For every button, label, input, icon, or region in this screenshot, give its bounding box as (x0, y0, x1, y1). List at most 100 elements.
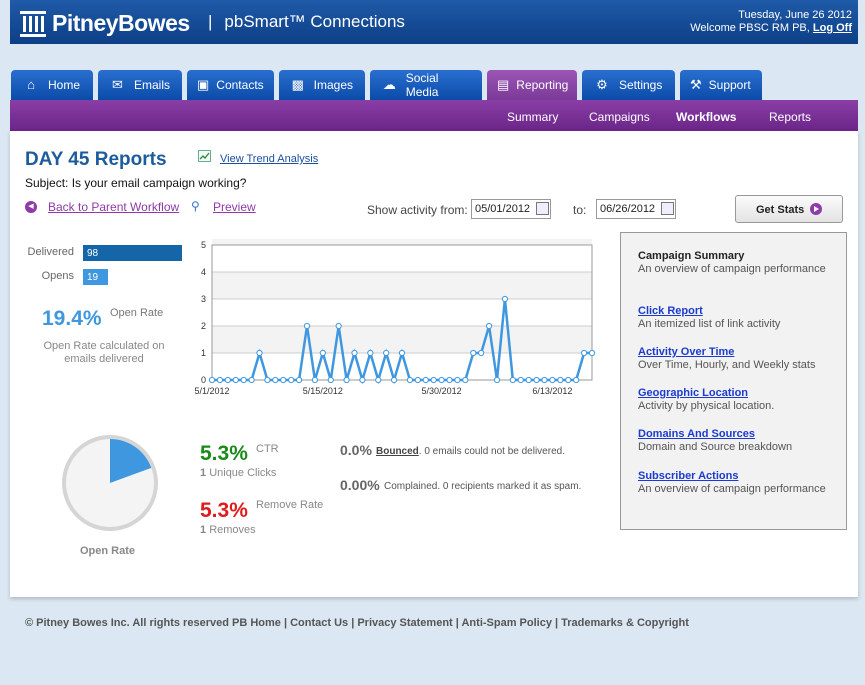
bounced-link[interactable]: Bounced (376, 446, 419, 457)
from-date-input[interactable]: 05/01/2012 (471, 199, 551, 219)
activity-over-time-item: Activity Over Time Over Time, Hourly, an… (638, 346, 816, 371)
tab-support[interactable]: ⚒ Support (680, 70, 762, 100)
data-point (573, 376, 580, 384)
data-point (295, 376, 303, 384)
complained-percent: 0.00% (340, 477, 380, 493)
email-subject: Subject: Is your email campaign working? (25, 176, 247, 190)
x-tick-label: 5/15/2012 (303, 386, 343, 396)
data-point (240, 376, 247, 384)
back-arrow-icon[interactable]: ◀ (25, 201, 37, 213)
y-tick-label: 2 (201, 321, 206, 331)
subnav-campaigns[interactable]: Campaigns (589, 110, 650, 124)
campaign-summary-item: Campaign Summary An overview of campaign… (638, 250, 838, 276)
data-point (406, 376, 414, 384)
back-to-parent-workflow-link[interactable]: Back to Parent Workflow (48, 200, 179, 214)
data-point (470, 349, 477, 357)
current-date: Tuesday, June 26 2012 (738, 9, 852, 21)
delivered-bar: 98 (83, 245, 182, 261)
opens-bar: 19 (83, 269, 108, 285)
calendar-icon[interactable] (536, 202, 549, 215)
data-point (367, 349, 374, 357)
tab-images[interactable]: ▩ Images (279, 70, 365, 100)
bounced-percent: 0.0% (340, 442, 372, 458)
magnifier-icon[interactable]: ⚲ (191, 199, 200, 213)
data-point (549, 376, 556, 384)
data-point (383, 349, 390, 357)
tab-emails[interactable]: ✉ Emails (98, 70, 182, 100)
data-point (343, 376, 350, 384)
view-trend-analysis-link[interactable]: View Trend Analysis (220, 153, 318, 165)
y-tick-label: 1 (201, 348, 206, 358)
data-point (390, 376, 398, 384)
tab-settings[interactable]: ⚙ Settings (582, 70, 675, 100)
data-point (557, 376, 564, 384)
data-point (501, 295, 509, 303)
tab-reporting[interactable]: ▤ Reporting (487, 70, 577, 100)
trend-chart-icon[interactable] (198, 150, 211, 162)
data-point (525, 376, 532, 384)
product-name: | pbSmart™ Connections (208, 12, 405, 31)
play-icon (810, 203, 822, 215)
data-point (232, 376, 239, 384)
data-point (533, 376, 540, 384)
data-point (311, 376, 319, 384)
click-report-link[interactable]: Click Report (638, 305, 703, 317)
film-icon: ▩ (291, 77, 304, 92)
data-point (351, 349, 358, 357)
data-point (216, 376, 224, 384)
campaign-summary-title: Campaign Summary (638, 250, 745, 262)
open-rate-label: Open Rate (110, 307, 164, 319)
open-rate-value: 19.4% (42, 307, 102, 330)
envelope-icon: ✉ (112, 77, 123, 92)
tab-social-media[interactable]: ☁ Social Media (370, 70, 482, 100)
data-point (541, 376, 548, 384)
subnav-workflows[interactable]: Workflows (676, 110, 736, 124)
gear-icon: ⚙ (596, 77, 608, 92)
data-point (446, 376, 453, 384)
show-activity-label: Show activity from: (367, 203, 468, 217)
data-point (327, 376, 334, 384)
pitney-bowes-logo[interactable]: PitneyBowes (20, 10, 190, 37)
geographic-location-item: Geographic Location Activity by physical… (638, 387, 775, 412)
data-point (580, 349, 588, 357)
delivered-label: Delivered (27, 246, 74, 258)
domains-and-sources-link[interactable]: Domains And Sources (638, 428, 755, 440)
get-stats-button[interactable]: Get Stats (735, 195, 843, 223)
footer-links[interactable]: © Pitney Bowes Inc. All rights reserved … (25, 617, 689, 629)
subnav-reports[interactable]: Reports (769, 110, 811, 124)
data-point (303, 322, 311, 330)
welcome-text: Welcome PBSC RM PB, (690, 22, 810, 34)
data-point (359, 376, 366, 384)
subnav-summary[interactable]: Summary (507, 110, 558, 124)
speech-bubbles-icon: ☁ (382, 77, 396, 92)
open-rate-note: Open Rate calculated on emails delivered (43, 340, 165, 365)
logoff-link[interactable]: Log Off (813, 22, 852, 34)
data-point (288, 376, 295, 384)
y-tick-label: 0 (201, 375, 206, 385)
to-date-input[interactable]: 06/26/2012 (596, 199, 676, 219)
geographic-location-link[interactable]: Geographic Location (638, 387, 748, 399)
tab-home[interactable]: ⌂ Home (11, 70, 93, 100)
calendar-icon[interactable] (661, 202, 674, 215)
data-point (272, 376, 279, 384)
subscriber-actions-item: Subscriber Actions An overview of campai… (638, 470, 826, 495)
remove-rate-value: 5.3% (200, 499, 248, 522)
data-point (454, 376, 461, 384)
data-point (588, 349, 596, 357)
subscriber-actions-link[interactable]: Subscriber Actions (638, 470, 738, 482)
click-report-item: Click Report An itemized list of link ac… (638, 305, 781, 330)
domains-and-sources-item: Domains And Sources Domain and Source br… (638, 428, 793, 453)
data-point (565, 376, 572, 384)
brand-name: PitneyBowes (52, 10, 190, 36)
wrench-icon: ⚒ (690, 77, 702, 92)
data-point (438, 376, 445, 384)
main-tabs: ⌂ Home ✉ Emails ▣ Contacts ▩ Images ☁ So… (11, 70, 767, 100)
preview-link[interactable]: Preview (213, 200, 256, 214)
grid-band (212, 272, 592, 299)
y-tick-label: 3 (201, 294, 206, 304)
activity-over-time-link[interactable]: Activity Over Time (638, 346, 734, 358)
x-tick-label: 5/1/2012 (194, 386, 229, 396)
box-icon: ▣ (197, 77, 210, 92)
tab-contacts[interactable]: ▣ Contacts (187, 70, 274, 100)
main-panel: DAY 45 Reports View Trend Analysis Subje… (10, 131, 858, 597)
